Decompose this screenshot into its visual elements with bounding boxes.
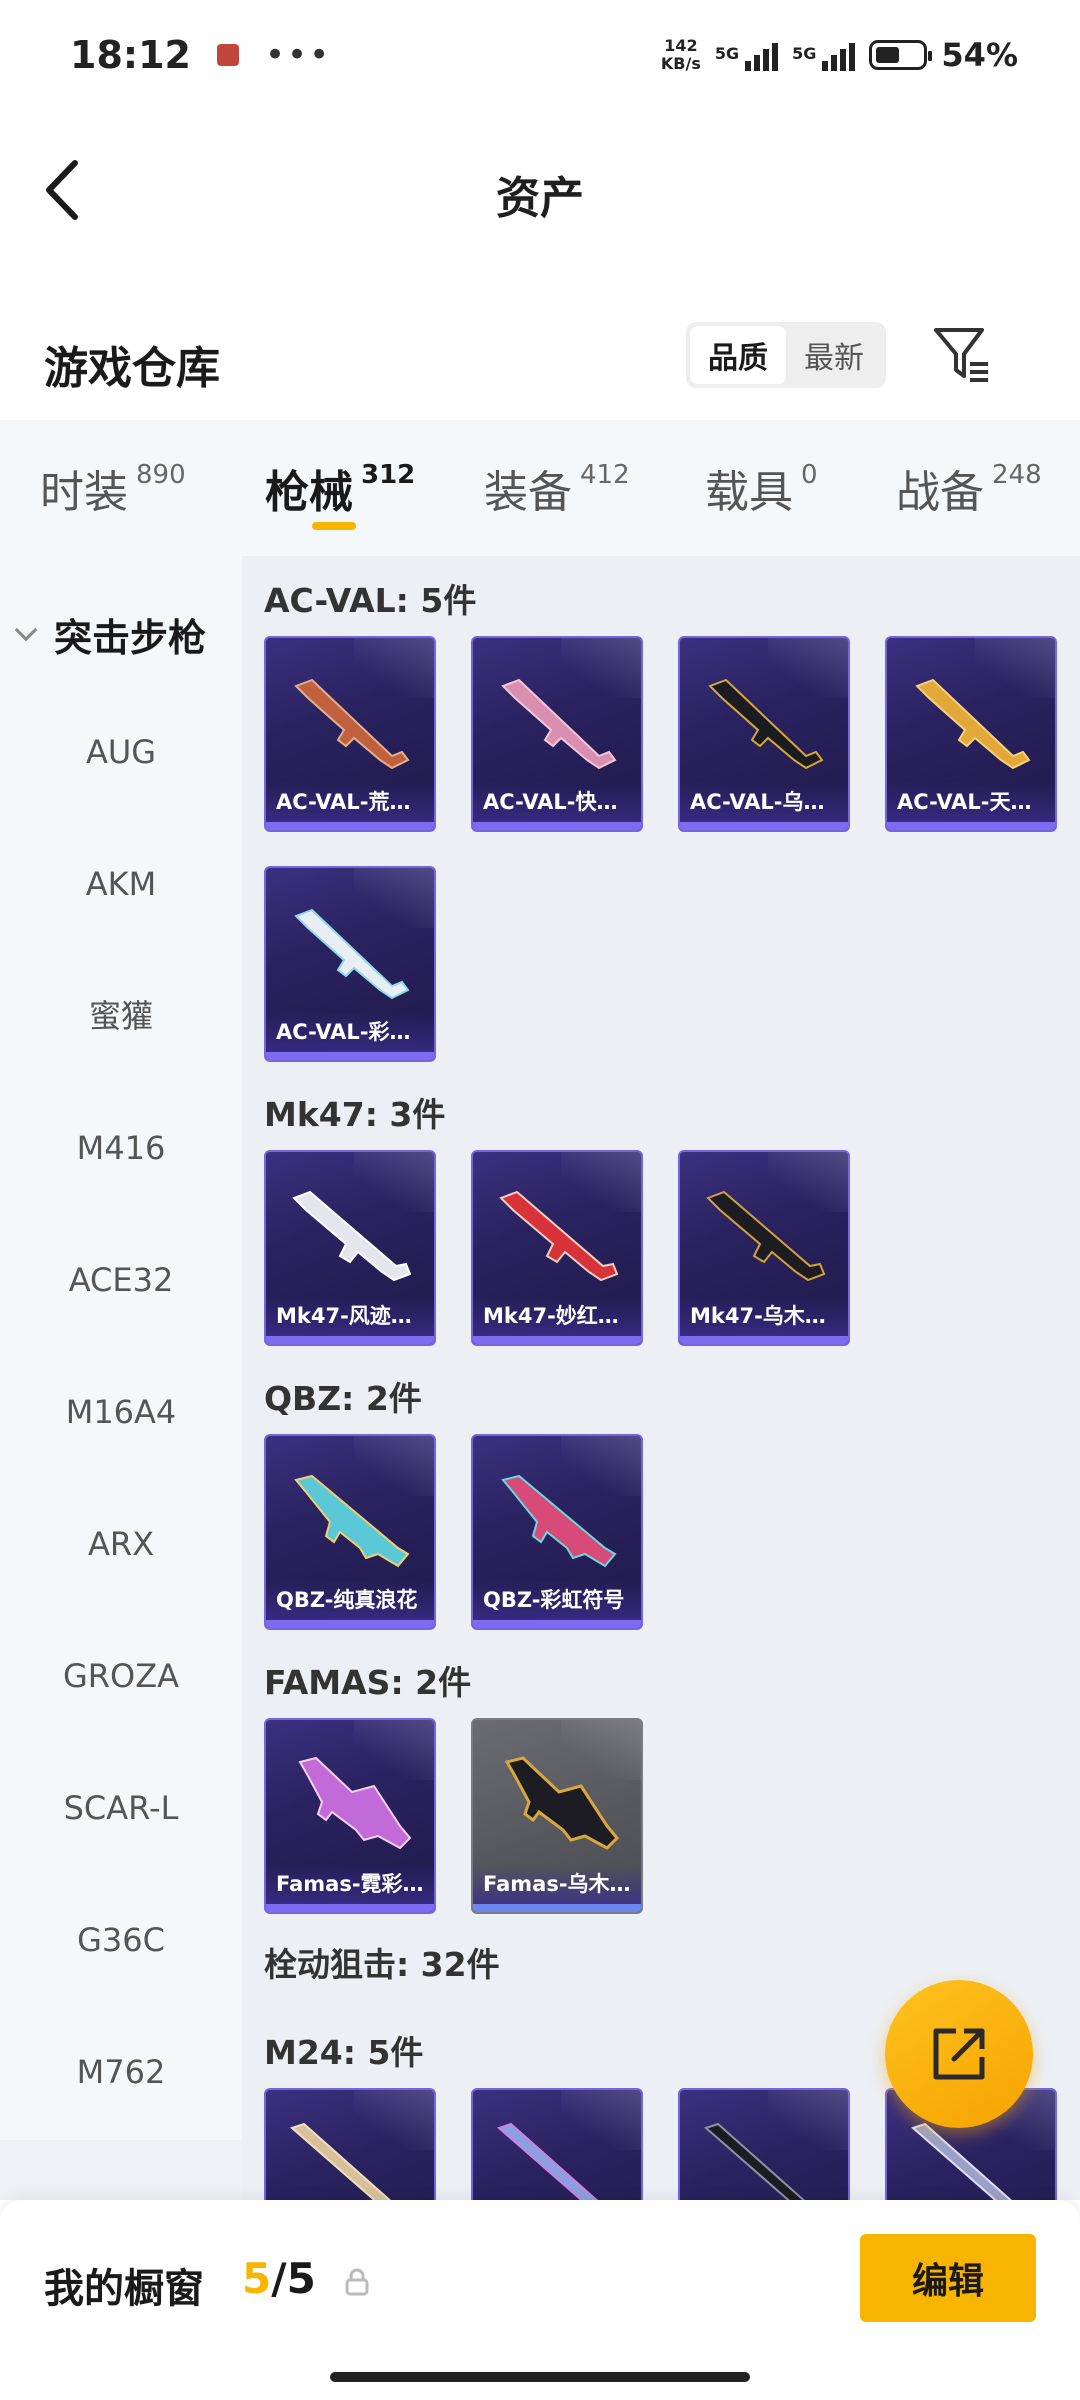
rifle-icon: [294, 1474, 410, 1568]
tab-guns[interactable]: 枪械 312: [265, 456, 415, 520]
sidebar-item[interactable]: G36C: [0, 1910, 242, 1970]
rifle-icon: [501, 678, 617, 770]
category-tabs: 时装 890 枪械 312 装备 412 载具 0 战备 248: [0, 420, 1080, 556]
sidebar-item[interactable]: SCAR-L: [0, 1778, 242, 1838]
skin-card[interactable]: AC-VAL-乌…: [678, 636, 850, 832]
more-notifications-icon: •••: [264, 35, 332, 75]
active-tab-indicator: [312, 522, 356, 530]
rifle-icon: [497, 2122, 599, 2200]
skin-card[interactable]: [264, 2088, 436, 2200]
sort-quality-button[interactable]: 品质: [690, 326, 786, 384]
tab-outfits[interactable]: 时装 890: [40, 456, 186, 520]
section-title: M24: 5件: [264, 2033, 424, 2072]
chevron-down-icon: [14, 618, 38, 642]
rifle-icon: [499, 1190, 619, 1282]
section-title: Mk47: 3件: [264, 1095, 446, 1134]
skin-card[interactable]: [471, 2088, 643, 2200]
warehouse-header: 游戏仓库 品质 最新: [0, 300, 1080, 420]
status-time: 18:12: [70, 33, 191, 77]
sort-newest-button[interactable]: 最新: [786, 326, 882, 384]
sidebar-item[interactable]: M416: [0, 1118, 242, 1178]
sidebar-item[interactable]: AKM: [0, 854, 242, 914]
signal-icon: [822, 39, 856, 71]
warehouse-title: 游戏仓库: [44, 343, 220, 394]
weapon-skin-list: AC-VAL: 5件 AC-VAL-荒… AC-VAL-快… AC-VAL-乌……: [242, 556, 1080, 2200]
rifle-icon: [708, 678, 824, 770]
rifle-icon: [706, 1190, 826, 1282]
sidebar-group-assault-rifles[interactable]: 突击步枪: [0, 604, 242, 664]
page-title: 资产: [496, 173, 584, 224]
skin-card[interactable]: AC-VAL-彩…: [264, 866, 436, 1062]
showcase-bar: 我的橱窗 5/5 编辑: [0, 2200, 1080, 2400]
skin-card[interactable]: Mk47-乌木…: [678, 1150, 850, 1346]
section-title: QBZ: 2件: [264, 1379, 422, 1418]
rifle-icon: [504, 1756, 620, 1850]
sidebar-item[interactable]: ARX: [0, 1514, 242, 1574]
battery-percent: 54%: [941, 36, 1018, 74]
skin-card[interactable]: AC-VAL-天…: [885, 636, 1057, 832]
skin-card[interactable]: Famas-乌木…: [471, 1718, 643, 1914]
skin-card[interactable]: AC-VAL-荒…: [264, 636, 436, 832]
section-title: FAMAS: 2件: [264, 1663, 472, 1702]
filter-button[interactable]: [932, 324, 992, 386]
battery-icon: [869, 40, 933, 70]
network-speed: 142 KB/s: [660, 36, 701, 73]
sidebar-item[interactable]: 蜜獾: [0, 986, 242, 1046]
rifle-icon: [298, 1756, 412, 1850]
rifle-icon: [915, 678, 1031, 770]
weapon-type-sidebar: 突击步枪 AUG AKM 蜜獾 M416 ACE32 M16A4 ARX GRO…: [0, 556, 242, 2140]
sidebar-item[interactable]: ACE32: [0, 1250, 242, 1310]
showcase-title: 我的橱窗: [44, 2266, 204, 2312]
home-indicator: [330, 2372, 750, 2382]
share-icon: [933, 2028, 985, 2080]
section-title: AC-VAL: 5件: [264, 581, 477, 620]
showcase-count: 5/5: [242, 2254, 316, 2303]
skin-card[interactable]: QBZ-彩虹符号: [471, 1434, 643, 1630]
tab-supplies[interactable]: 战备 248: [896, 456, 1042, 520]
tab-gear[interactable]: 装备 412: [484, 456, 630, 520]
network-type-label: 5G: [714, 44, 740, 63]
skin-card[interactable]: Mk47-妙红…: [471, 1150, 643, 1346]
lock-icon: [345, 2268, 369, 2296]
skin-card[interactable]: QBZ-纯真浪花: [264, 1434, 436, 1630]
sidebar-footer: [0, 2140, 242, 2200]
status-bar: 18:12 ••• 142 KB/s 5G 5G 54%: [0, 0, 1080, 110]
section-title: 栓动狙击: 32件: [264, 1945, 500, 1984]
notification-app-icon: [216, 44, 239, 66]
skin-card[interactable]: AC-VAL-快…: [471, 636, 643, 832]
rifle-icon: [290, 2122, 392, 2200]
tab-vehicles[interactable]: 载具 0: [705, 456, 818, 520]
skin-card[interactable]: [678, 2088, 850, 2200]
rifle-icon: [292, 1190, 412, 1282]
signal-icon: [745, 39, 779, 71]
sidebar-item[interactable]: M762: [0, 2042, 242, 2102]
skin-card[interactable]: Famas-霓彩…: [264, 1718, 436, 1914]
rifle-icon: [294, 908, 410, 1000]
sidebar-item[interactable]: GROZA: [0, 1646, 242, 1706]
app-header: 资产: [0, 120, 1080, 260]
filter-icon: [934, 328, 988, 382]
share-button[interactable]: [885, 1980, 1033, 2128]
rifle-icon: [704, 2122, 806, 2200]
network-type-label: 5G: [792, 44, 817, 63]
edit-button[interactable]: 编辑: [860, 2234, 1036, 2322]
sidebar-item[interactable]: AUG: [0, 722, 242, 782]
sort-toggle: 品质 最新: [686, 322, 886, 388]
rifle-icon: [294, 678, 410, 770]
skin-card[interactable]: Mk47-风迹…: [264, 1150, 436, 1346]
sidebar-item[interactable]: M16A4: [0, 1382, 242, 1442]
rifle-icon: [501, 1474, 617, 1568]
